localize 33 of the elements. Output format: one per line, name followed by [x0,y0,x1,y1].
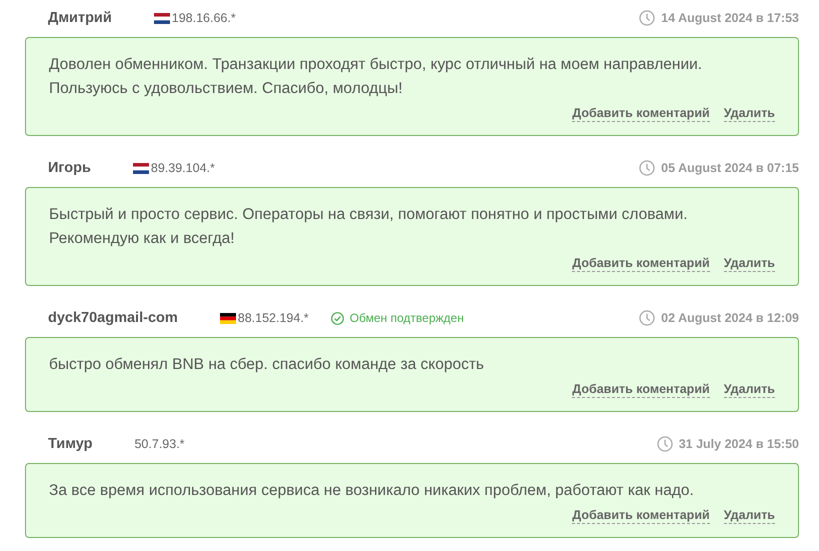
clock-icon [639,10,656,26]
review-action-link[interactable]: Добавить коментарий [572,255,710,272]
clock-icon [639,310,656,326]
ip-address: 88.152.194.* [238,311,309,325]
check-circle-icon [330,312,344,324]
review-date: 31 July 2024 в 15:50 [678,437,799,451]
review-action-link[interactable]: Удалить [724,255,775,272]
verified-label: Обмен подтвержден [350,311,464,325]
review-date: 02 August 2024 в 12:09 [661,311,799,325]
review-text: Быстрый и просто сервис. Операторы на связи, помогают понятно и простыми словами. Рекомендую как и всегда! [49,205,689,249]
flag-icon [154,12,170,24]
clock-icon [656,436,673,452]
review-action-link[interactable]: Удалить [724,381,775,398]
ip-address: 89.39.104.* [150,161,215,175]
ip-address: 198.16.66.* [172,11,236,25]
review-date: 14 August 2024 в 17:53 [661,11,799,25]
review-action-link[interactable]: Удалить [724,507,775,524]
review-date: 05 August 2024 в 07:15 [661,161,799,175]
flag-icon [132,162,149,174]
author-name: Тимур [48,436,92,452]
review-text: Доволен обменником. Транзакции проходят быстро, курс отличный на моем направлении. Пользуюсь с удовольствием. Спасибо, молодцы! [49,55,704,99]
review-action-link[interactable]: Удалить [724,105,775,122]
author-name: Дмитрий [48,10,112,26]
review-action-link[interactable]: Добавить коментарий [572,381,710,398]
author-name: dyck70agmail-com [48,310,178,326]
review-text: быстро обменял BNB на сбер. спасибо команде за скорость [49,355,486,375]
review-text: За все время использования сервиса не возникало никаких проблем, работают как надо. [49,481,695,501]
flag-icon [220,312,236,324]
review-action-link[interactable]: Добавить коментарий [572,507,710,524]
review-action-link[interactable]: Добавить коментарий [572,105,710,122]
clock-icon [639,160,656,176]
author-name: Игорь [48,160,91,176]
ip-address: 50.7.93.* [134,437,185,451]
